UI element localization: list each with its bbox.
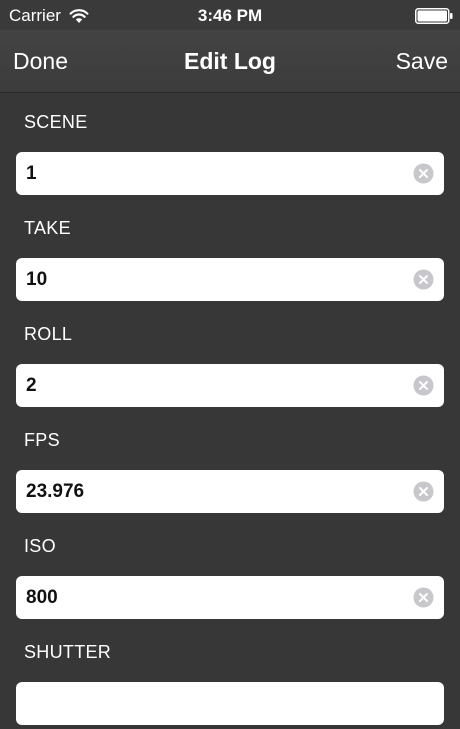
status-bar: Carrier 3:46 PM <box>0 0 460 30</box>
iso-input[interactable]: 800 <box>16 576 444 619</box>
take-value: 10 <box>26 269 48 290</box>
fps-input[interactable]: 23.976 <box>16 470 444 513</box>
take-input[interactable]: 10 <box>16 258 444 301</box>
clear-icon[interactable] <box>413 163 434 184</box>
shutter-input[interactable] <box>16 682 444 725</box>
scene-label: SCENE <box>24 112 88 132</box>
scene-input[interactable]: 1 <box>16 152 444 195</box>
iso-label: ISO <box>24 536 56 556</box>
clear-icon[interactable] <box>413 481 434 502</box>
field-shutter: SHUTTER <box>0 623 460 729</box>
fps-label: FPS <box>24 430 60 450</box>
field-iso: ISO 800 <box>0 517 460 623</box>
field-take: TAKE 10 <box>0 199 460 305</box>
navigation-bar: Done Edit Log Save <box>0 30 460 93</box>
roll-label: ROLL <box>24 324 73 344</box>
save-button[interactable]: Save <box>396 47 448 75</box>
battery-icon <box>415 8 453 24</box>
page-title: Edit Log <box>184 48 276 74</box>
fps-value: 23.976 <box>26 481 85 502</box>
clear-icon[interactable] <box>413 269 434 290</box>
roll-input[interactable]: 2 <box>16 364 444 407</box>
field-roll: ROLL 2 <box>0 305 460 411</box>
roll-value: 2 <box>26 375 37 396</box>
field-fps: FPS 23.976 <box>0 411 460 517</box>
take-label: TAKE <box>24 218 71 238</box>
done-button[interactable]: Done <box>13 47 68 75</box>
shutter-label: SHUTTER <box>24 642 112 662</box>
scene-value: 1 <box>26 163 37 184</box>
clear-icon[interactable] <box>413 587 434 608</box>
status-time: 3:46 PM <box>197 6 263 25</box>
iso-value: 800 <box>26 587 58 608</box>
field-scene: SCENE 1 <box>0 93 460 199</box>
clear-icon[interactable] <box>413 375 434 396</box>
